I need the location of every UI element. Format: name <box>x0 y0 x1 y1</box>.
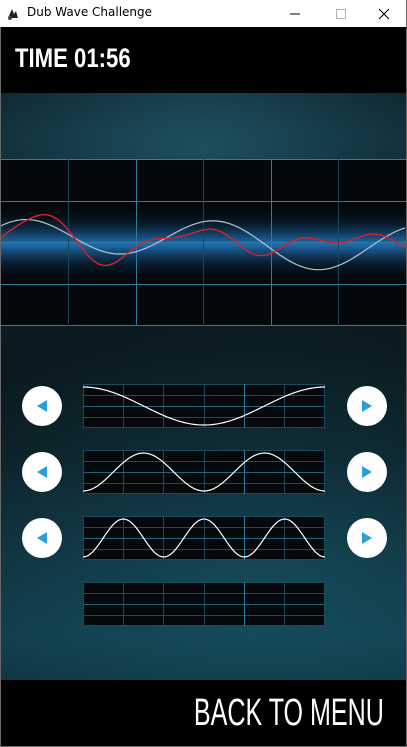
maximize-button[interactable] <box>318 0 364 27</box>
top-hud-bar: TIME 01:56 <box>1 27 406 93</box>
wave-panel-row-3 <box>83 516 325 560</box>
wave-row-1 <box>1 384 406 428</box>
increase-button-row-2[interactable] <box>347 452 387 492</box>
wave-row-2 <box>1 450 406 494</box>
wave-panel-row-4 <box>83 582 325 626</box>
arrow-left-icon <box>37 532 47 544</box>
minimize-icon <box>290 13 300 14</box>
wave-panel-row-1 <box>83 384 325 428</box>
window-title: Dub Wave Challenge <box>27 5 153 19</box>
close-button[interactable] <box>361 0 407 27</box>
wave-row-3 <box>1 516 406 560</box>
app-icon <box>5 6 21 22</box>
increase-button-row-1[interactable] <box>347 386 387 426</box>
arrow-left-icon <box>37 400 47 412</box>
oscilloscope <box>1 159 406 326</box>
window-border-left <box>0 27 1 747</box>
timer-label: TIME <box>15 43 68 73</box>
increase-button-row-3[interactable] <box>347 518 387 558</box>
window-titlebar: Dub Wave Challenge <box>0 0 407 27</box>
maximize-icon <box>336 8 346 19</box>
wave-row-4 <box>1 582 406 626</box>
decrease-button-row-2[interactable] <box>22 452 62 492</box>
arrow-right-icon <box>362 466 372 478</box>
game-area: TIME 01:56 BACK TO MENU <box>1 27 406 746</box>
bottom-bar: BACK TO MENU <box>1 680 406 746</box>
arrow-right-icon <box>362 400 372 412</box>
minimize-button[interactable] <box>272 0 318 27</box>
wave-panel-row-2 <box>83 450 325 494</box>
timer-value: 01:56 <box>74 43 131 73</box>
arrow-left-icon <box>37 466 47 478</box>
arrow-right-icon <box>362 532 372 544</box>
back-to-menu-button[interactable]: BACK TO MENU <box>194 692 384 735</box>
timer-display: TIME 01:56 <box>15 43 131 74</box>
decrease-button-row-1[interactable] <box>22 386 62 426</box>
decrease-button-row-3[interactable] <box>22 518 62 558</box>
close-icon <box>378 8 390 19</box>
main-wave-display <box>1 159 406 326</box>
